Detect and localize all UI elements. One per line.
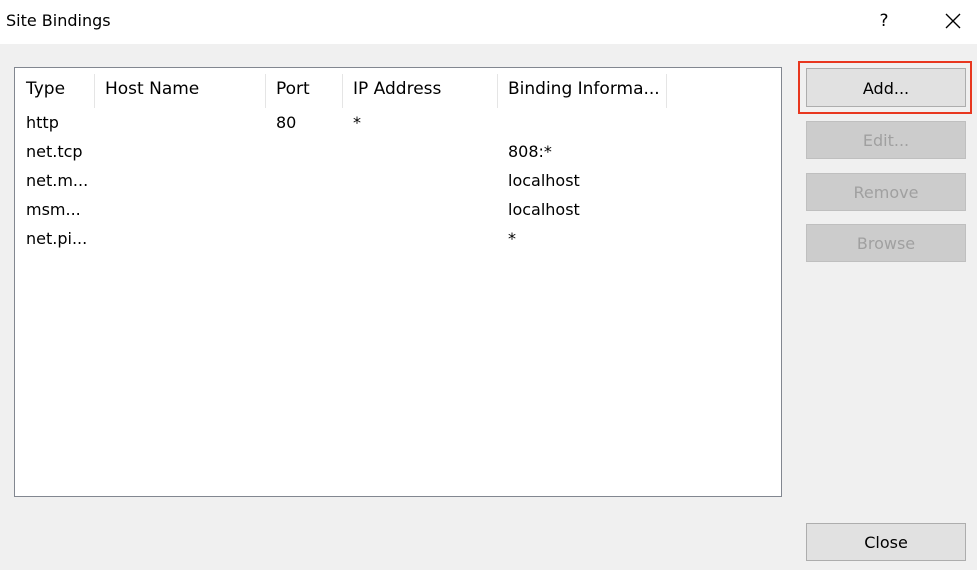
cell-host-name [94, 108, 265, 137]
list-header: Type Host Name Port IP Address Binding I… [15, 68, 781, 108]
column-separator[interactable] [666, 74, 667, 108]
cell-ip-address [342, 224, 497, 253]
table-row[interactable]: net.pi... * [15, 224, 781, 253]
cell-binding-information: localhost [508, 171, 580, 190]
cell-type: net.tcp [26, 142, 83, 161]
column-header-host-name[interactable]: Host Name [94, 74, 265, 108]
highlight-box [798, 61, 972, 114]
close-button[interactable]: Close [806, 523, 966, 561]
cell-host-name [94, 137, 265, 166]
dialog-title: Site Bindings [6, 11, 111, 30]
bindings-list[interactable]: Type Host Name Port IP Address Binding I… [14, 67, 782, 497]
cell-port: 80 [276, 113, 297, 132]
table-row[interactable]: net.m... localhost [15, 166, 781, 195]
close-window-button[interactable] [933, 6, 973, 36]
cell-type: msm... [26, 200, 81, 219]
cell-host-name [94, 224, 265, 253]
cell-type: http [26, 113, 59, 132]
column-header-type[interactable]: Type [15, 74, 94, 108]
cell-port [265, 195, 342, 224]
cell-host-name [94, 166, 265, 195]
close-icon [945, 13, 961, 29]
cell-port [265, 166, 342, 195]
cell-type: net.pi... [26, 229, 88, 248]
help-button[interactable]: ? [866, 6, 902, 36]
site-bindings-dialog: Site Bindings ? Type Host Name Port IP A… [0, 0, 977, 570]
browse-button[interactable]: Browse [806, 224, 966, 262]
cell-ip-address [342, 137, 497, 166]
cell-host-name [94, 195, 265, 224]
cell-port [265, 137, 342, 166]
title-bar: Site Bindings ? [0, 0, 977, 44]
column-header-ip-address[interactable]: IP Address [342, 74, 497, 108]
cell-ip-address [342, 166, 497, 195]
cell-type: net.m... [26, 171, 89, 190]
remove-button[interactable]: Remove [806, 173, 966, 211]
cell-ip-address: * [353, 113, 361, 132]
column-header-binding-information[interactable]: Binding Informa... [497, 74, 666, 108]
table-row[interactable]: http 80 * [15, 108, 781, 137]
cell-binding-information [497, 108, 666, 137]
table-row[interactable]: net.tcp 808:* [15, 137, 781, 166]
cell-binding-information: 808:* [508, 142, 552, 161]
cell-ip-address [342, 195, 497, 224]
table-row[interactable]: msm... localhost [15, 195, 781, 224]
cell-binding-information: localhost [508, 200, 580, 219]
edit-button[interactable]: Edit... [806, 121, 966, 159]
column-header-port[interactable]: Port [265, 74, 342, 108]
cell-binding-information: * [508, 229, 516, 248]
cell-port [265, 224, 342, 253]
